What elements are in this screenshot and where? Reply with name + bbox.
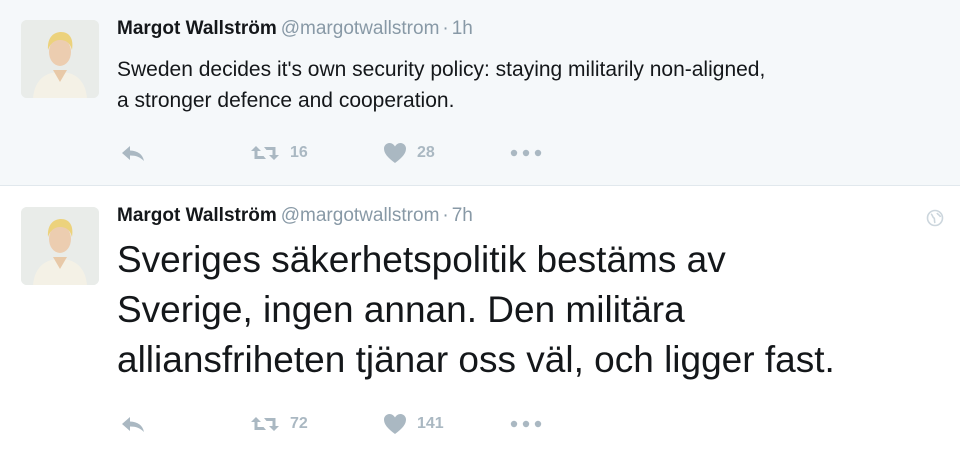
author-handle[interactable]: @margotwallstrom (281, 205, 440, 226)
retweet-icon (251, 146, 279, 160)
tweet-header: Margot Wallström @margotwallstrom · 7h (117, 205, 473, 227)
reply-button[interactable] (119, 409, 147, 439)
retweet-button[interactable]: 72 (250, 409, 308, 439)
globe-icon[interactable] (926, 209, 944, 232)
meta-separator: · (442, 205, 449, 226)
like-count: 141 (417, 415, 444, 432)
like-icon (384, 414, 406, 434)
tweet-header: Margot Wallström @margotwallstrom · 1h (117, 18, 473, 40)
retweet-button[interactable]: 16 (250, 138, 308, 168)
tweet-text-line: Sverige, ingen annan. Den militära (117, 289, 685, 330)
author-handle[interactable]: @margotwallstrom (281, 18, 440, 39)
tweet-text-line: Sveriges säkerhetspolitik bestäms av (117, 239, 726, 280)
author-name[interactable]: Margot Wallström (117, 205, 277, 226)
tweet-card[interactable]: Margot Wallström @margotwallstrom · 1h Swed… (0, 0, 960, 186)
retweet-count: 72 (290, 415, 308, 432)
like-button[interactable]: 28 (383, 138, 435, 168)
tweet-text-line: a stronger defence and cooperation. (117, 89, 455, 112)
retweet-icon (251, 417, 279, 431)
avatar[interactable] (21, 20, 99, 98)
more-button[interactable] (510, 409, 542, 439)
meta-separator: · (442, 18, 449, 39)
tweet-timestamp[interactable]: 7h (452, 205, 473, 226)
more-icon (510, 420, 542, 428)
more-button[interactable] (510, 138, 542, 168)
tweet-text-line: Sweden decides it's own security policy:… (117, 58, 766, 81)
tweet-timestamp[interactable]: 1h (452, 18, 473, 39)
tweet-text: Sweden decides it's own security policy:… (117, 54, 765, 116)
reply-button[interactable] (119, 138, 147, 168)
reply-icon (122, 417, 144, 432)
tweet-text-line: alliansfriheten tjänar oss väl, och ligg… (117, 339, 835, 380)
retweet-count: 16 (290, 144, 308, 161)
tweet-text: Sveriges säkerhetspolitik bestäms av Sve… (117, 235, 835, 385)
like-count: 28 (417, 144, 435, 161)
author-name[interactable]: Margot Wallström (117, 18, 277, 39)
more-icon (510, 149, 542, 157)
reply-icon (122, 146, 144, 161)
like-button[interactable]: 141 (383, 409, 444, 439)
like-icon (384, 143, 406, 163)
tweet-card[interactable]: Margot Wallström @margotwallstrom · 7h Sver… (0, 187, 960, 458)
avatar[interactable] (21, 207, 99, 285)
